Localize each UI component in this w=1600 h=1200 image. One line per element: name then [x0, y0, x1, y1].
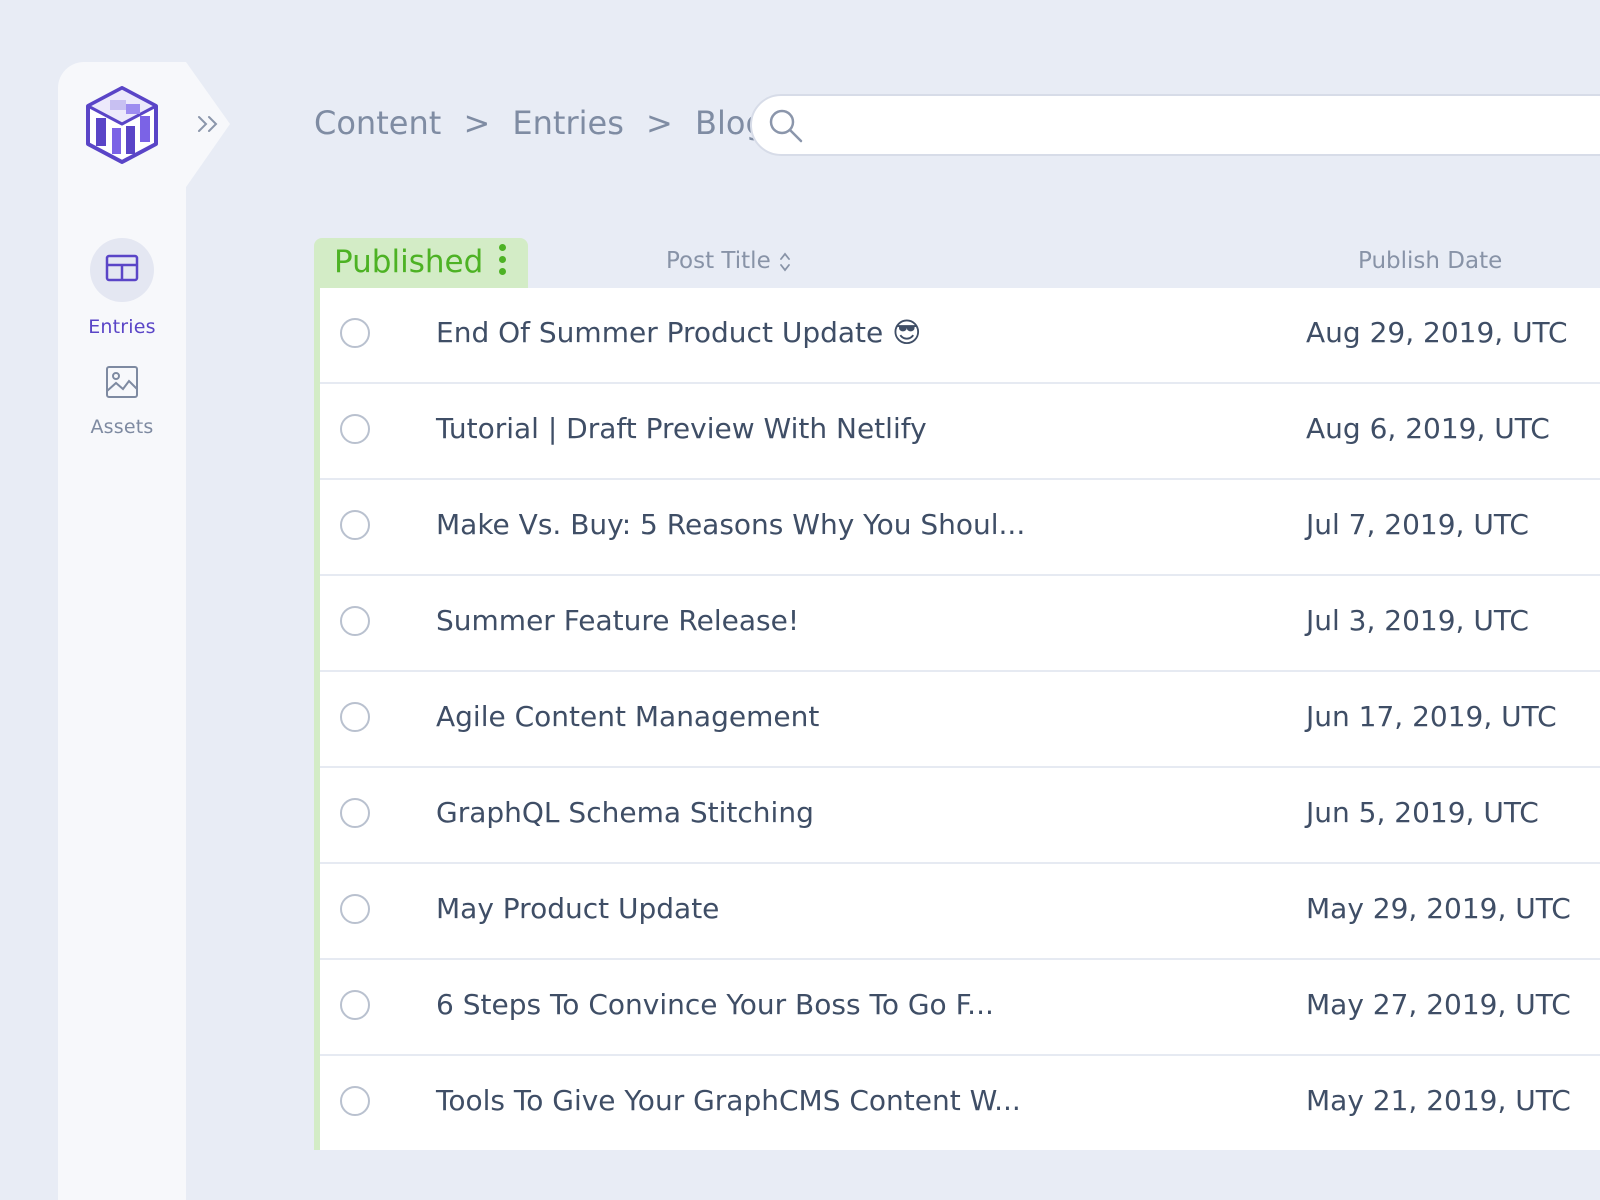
post-title-cell[interactable]: Summer Feature Release!: [436, 604, 799, 637]
post-title-cell[interactable]: Tutorial | Draft Preview With Netlify: [436, 412, 927, 445]
publish-date-cell: Jul 3, 2019, UTC: [1306, 604, 1529, 637]
published-status-tab[interactable]: Published: [314, 238, 528, 290]
breadcrumb-separator: >: [463, 104, 491, 142]
table-row[interactable]: Make Vs. Buy: 5 Reasons Why You Shoul...…: [320, 480, 1600, 576]
table-row[interactable]: May Product Update May 29, 2019, UTC: [320, 864, 1600, 960]
publish-date-cell: Jul 7, 2019, UTC: [1306, 508, 1529, 541]
kebab-menu-icon[interactable]: [497, 244, 507, 282]
cms-page: Entries Assets Content > Entries > Blog: [0, 0, 1600, 1200]
table-row[interactable]: 6 Steps To Convince Your Boss To Go F...…: [320, 960, 1600, 1056]
post-title-cell[interactable]: May Product Update: [436, 892, 719, 925]
table-row[interactable]: GraphQL Schema Stitching Jun 5, 2019, UT…: [320, 768, 1600, 864]
post-title-cell[interactable]: 6 Steps To Convince Your Boss To Go F...: [436, 988, 994, 1021]
sidebar-item-entries[interactable]: Entries: [58, 238, 186, 338]
sidebar-item-assets[interactable]: Assets: [58, 364, 186, 438]
breadcrumb: Content > Entries > Blog: [314, 104, 766, 142]
table-row[interactable]: Tools To Give Your GraphCMS Content W...…: [320, 1056, 1600, 1152]
sidebar-item-label: Entries: [88, 316, 156, 338]
search-input[interactable]: [816, 104, 1580, 148]
search-icon: [768, 108, 804, 144]
post-title-cell[interactable]: Make Vs. Buy: 5 Reasons Why You Shoul...: [436, 508, 1025, 541]
row-select-radio[interactable]: [340, 606, 370, 636]
column-header-label: Publish Date: [1358, 248, 1503, 274]
row-select-radio[interactable]: [340, 894, 370, 924]
row-select-radio[interactable]: [340, 510, 370, 540]
entries-table: End Of Summer Product Update 😎 Aug 29, 2…: [314, 288, 1600, 1150]
sort-icon[interactable]: [779, 250, 791, 274]
breadcrumb-item[interactable]: Content: [314, 104, 441, 142]
table-row[interactable]: Agile Content Management Jun 17, 2019, U…: [320, 672, 1600, 768]
row-select-radio[interactable]: [340, 798, 370, 828]
row-select-radio[interactable]: [340, 318, 370, 348]
search-bar[interactable]: [750, 94, 1600, 156]
sidebar-item-label: Assets: [90, 416, 154, 438]
publish-date-cell: Jun 17, 2019, UTC: [1306, 700, 1557, 733]
sidebar: [58, 62, 186, 1200]
publish-date-cell: Aug 6, 2019, UTC: [1306, 412, 1550, 445]
row-select-radio[interactable]: [340, 990, 370, 1020]
breadcrumb-item[interactable]: Entries: [512, 104, 623, 142]
post-title-cell[interactable]: GraphQL Schema Stitching: [436, 796, 814, 829]
row-select-radio[interactable]: [340, 1086, 370, 1116]
chevron-double-right-icon[interactable]: [196, 112, 222, 136]
nav-icon-container: [90, 238, 154, 302]
publish-date-cell: Jun 5, 2019, UTC: [1306, 796, 1539, 829]
image-icon: [105, 365, 139, 403]
post-title-cell[interactable]: Agile Content Management: [436, 700, 819, 733]
logo-icon[interactable]: [86, 86, 158, 164]
breadcrumb-separator: >: [646, 104, 673, 142]
publish-date-cell: May 27, 2019, UTC: [1306, 988, 1571, 1021]
status-tab-label: Published: [334, 244, 484, 280]
table-row[interactable]: Summer Feature Release! Jul 3, 2019, UTC: [320, 576, 1600, 672]
row-select-radio[interactable]: [340, 414, 370, 444]
nav-icon-container: [90, 364, 154, 404]
table-icon: [105, 254, 139, 286]
publish-date-cell: May 21, 2019, UTC: [1306, 1084, 1571, 1117]
table-row[interactable]: Tutorial | Draft Preview With Netlify Au…: [320, 384, 1600, 480]
column-header-label: Post Title: [666, 248, 771, 274]
post-title-cell[interactable]: End Of Summer Product Update 😎: [436, 316, 921, 349]
column-header-post-title[interactable]: Post Title: [666, 248, 791, 274]
table-row[interactable]: End Of Summer Product Update 😎 Aug 29, 2…: [320, 288, 1600, 384]
row-select-radio[interactable]: [340, 702, 370, 732]
publish-date-cell: Aug 29, 2019, UTC: [1306, 316, 1568, 349]
publish-date-cell: May 29, 2019, UTC: [1306, 892, 1571, 925]
column-header-publish-date[interactable]: Publish Date: [1358, 248, 1502, 274]
post-title-cell[interactable]: Tools To Give Your GraphCMS Content W...: [436, 1084, 1021, 1117]
